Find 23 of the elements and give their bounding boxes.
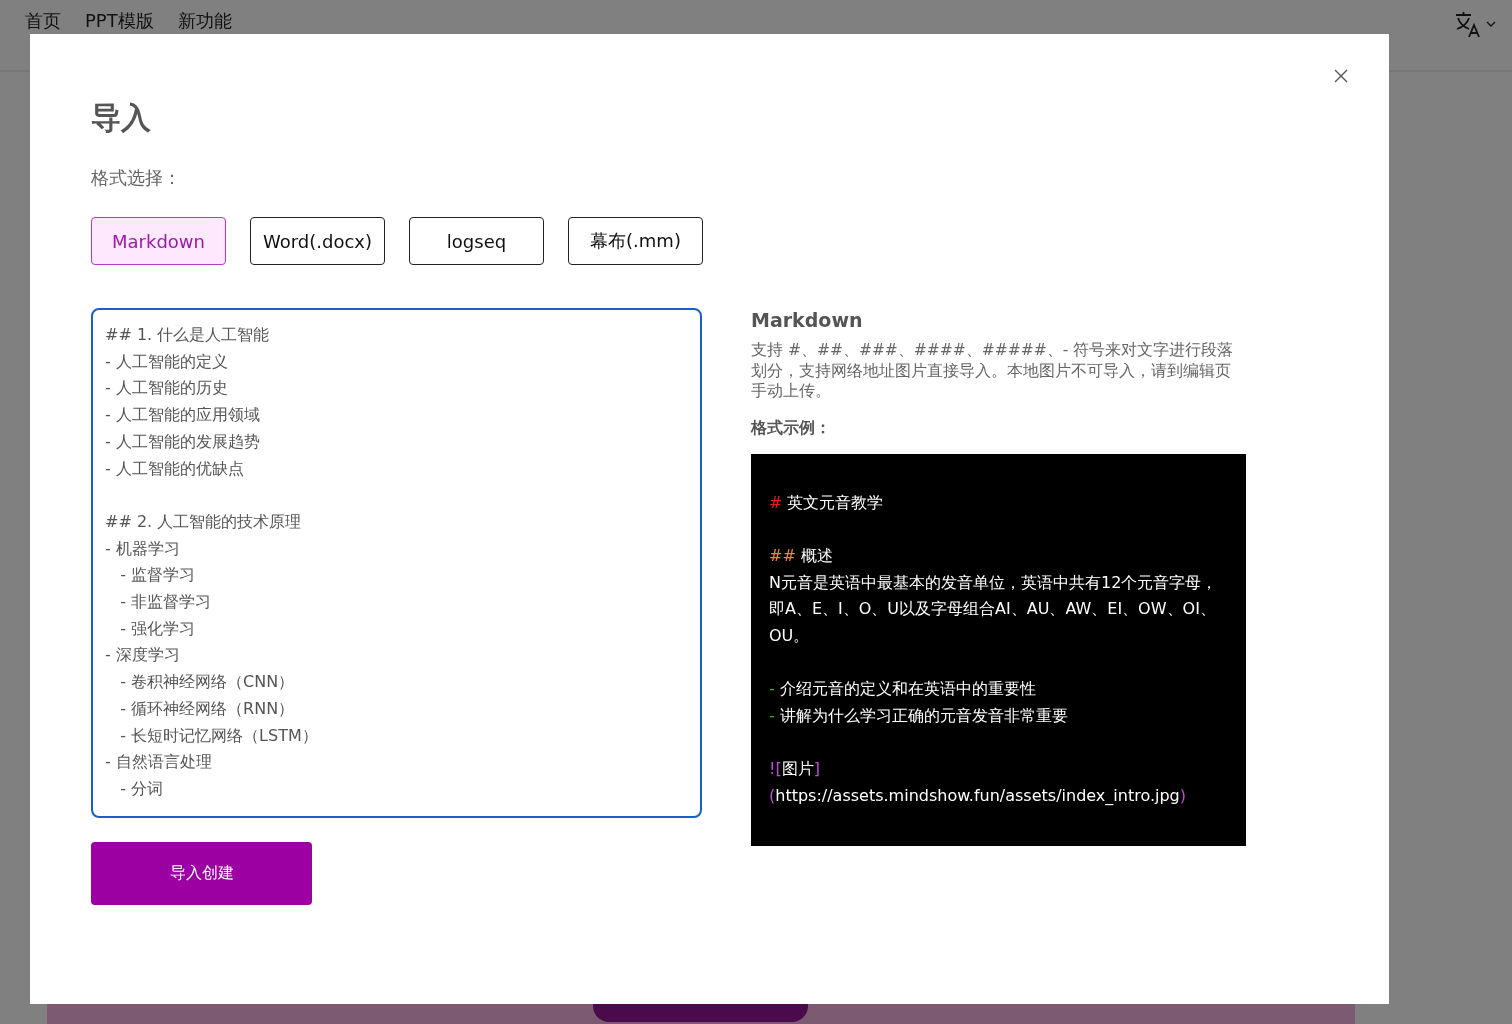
nav-link[interactable]: 首页 [25, 8, 61, 34]
format-tab[interactable]: Word(.docx) [250, 217, 385, 265]
example-label: 格式示例： [751, 416, 832, 439]
markdown-input[interactable]: ## 1. 什么是人工智能 - 人工智能的定义 - 人工智能的历史 - 人工智能的应用领域 - 人工智能的发展趋势 - 人工智能的优缺点 ## 2. 人工智能的技术原理 - 机器学习 - 监督学习 - 非监督学习 - 强化学习 - 深度学习 - 卷积神经网络（CNN） - 循环神经网络（RNN） - 长短时记忆网络（LSTM） - 自然语言处理 - 分词 [91, 308, 702, 818]
close-icon[interactable] [1334, 69, 1348, 83]
translate-icon[interactable] [1454, 10, 1482, 38]
dialog-title: 导入 [91, 99, 152, 137]
nav-link[interactable]: PPT模版 [85, 8, 154, 34]
format-description: 支持 #、##、###、####、#####、- 符号来对文字进行段落划分，支持网络地址图片直接导入。本地图片不可导入，请到编辑页手动上传。 [751, 340, 1235, 402]
chevron-down-icon[interactable] [1486, 20, 1496, 28]
image-link-text: ![图片](https://assets.mindshow.fun/assets/index_intro.jpg) [769, 758, 1187, 808]
heading-text: ## 概述 [769, 544, 834, 567]
format-tab[interactable]: logseq [409, 217, 544, 265]
list-item-text: - 讲解为什么学习正确的元音发音非常重要 [769, 705, 1069, 728]
format-tab[interactable]: 幕布(.mm) [568, 217, 703, 265]
import-create-button[interactable]: 导入创建 [91, 842, 312, 905]
paragraph-text: N元音是英语中最基本的发音单位，英语中共有12个元音字母，即A、E、I、O、U以及字母组合AI、AU、AW、EI、OW、OI、OU。 [769, 571, 1219, 647]
format-heading: Markdown [751, 308, 864, 332]
list-item-text: - 介绍元音的定义和在英语中的重要性 [769, 678, 1037, 701]
format-tab[interactable]: Markdown [91, 217, 226, 265]
heading-text: # 英文元音教学 [769, 491, 885, 514]
format-label: 格式选择： [91, 166, 182, 190]
nav-link[interactable]: 新功能 [177, 8, 232, 34]
